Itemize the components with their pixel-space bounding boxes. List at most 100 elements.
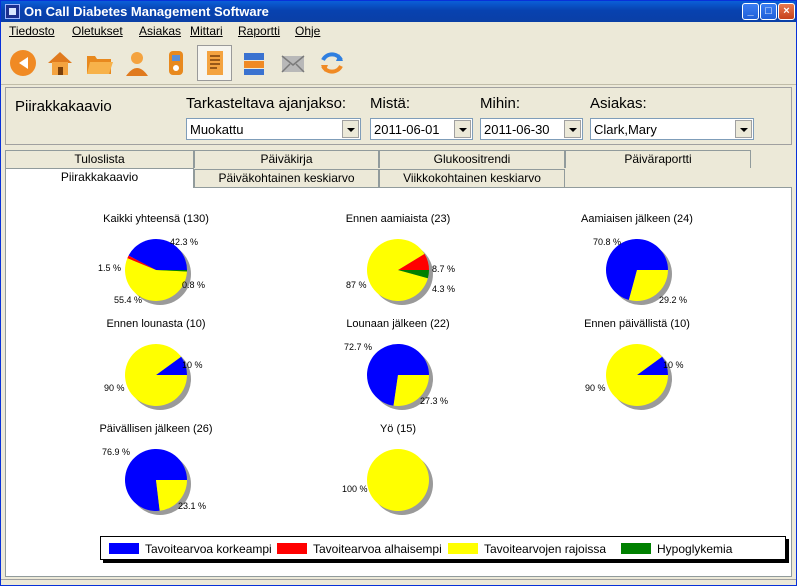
pie-label-high: 70.8 %: [593, 237, 622, 247]
app-icon: [5, 4, 20, 19]
chart-legend: Tavoitearvoa korkeampi Tavoitearvoa alha…: [100, 536, 786, 560]
menu-asiakas[interactable]: Asiakas: [139, 24, 181, 38]
to-date-value: 2011-06-30: [484, 122, 550, 137]
minimize-button[interactable]: _: [742, 3, 759, 20]
legend-swatch-in-range: [448, 543, 478, 554]
pie-label-in-range: 90 %: [585, 383, 606, 393]
pie-slice-in-range: [367, 449, 429, 511]
back-button[interactable]: [5, 45, 40, 81]
period-value: Muokattu: [190, 122, 244, 137]
chevron-down-icon[interactable]: [454, 120, 471, 138]
user-icon: [126, 52, 148, 76]
tab-tuloslista[interactable]: Tuloslista: [5, 150, 194, 168]
menu-bar: Tiedosto Oletukset Asiakas Mittari Rapor…: [1, 22, 796, 40]
legend-swatch-hypo: [621, 543, 651, 554]
legend-label-hypo: Hypoglykemia: [657, 542, 733, 556]
pie-label-in-range: 55.4 %: [114, 295, 143, 305]
menu-ohje[interactable]: Ohje: [295, 24, 320, 38]
mail-icon: [281, 55, 305, 73]
chevron-down-icon[interactable]: [564, 120, 581, 138]
pie-chart-title: Yö (15): [379, 423, 417, 435]
from-label: Mistä:: [370, 95, 411, 112]
menu-raportti[interactable]: Raportti: [238, 24, 280, 38]
window-title: On Call Diabetes Management Software: [24, 4, 269, 19]
status-bar: [1, 579, 796, 586]
client-button[interactable]: [119, 45, 154, 81]
meter-icon: [169, 51, 183, 75]
home-button[interactable]: [42, 45, 77, 81]
toolbar: [1, 41, 796, 85]
pie-slice-in-range: [606, 344, 668, 406]
legend-swatch-low: [277, 543, 307, 554]
pie-label-high: 42.3 %: [170, 237, 199, 247]
client-label: Asiakas:: [590, 95, 647, 112]
report-button[interactable]: [197, 45, 232, 81]
from-date-picker[interactable]: 2011-06-01: [370, 118, 473, 140]
maximize-button[interactable]: □: [760, 3, 777, 20]
pie-label-in-range: 100 %: [342, 484, 368, 494]
refresh-button[interactable]: [314, 45, 349, 81]
close-button[interactable]: ×: [778, 3, 795, 20]
tab-paivakohtainen-keskiarvo[interactable]: Päiväkohtainen keskiarvo: [194, 169, 379, 187]
pie-chart: [367, 344, 433, 410]
pie-label-hypo: 4.3 %: [432, 284, 456, 294]
menu-tiedosto[interactable]: Tiedosto: [9, 24, 55, 38]
back-arrow-icon: [10, 50, 36, 76]
chevron-down-icon[interactable]: [735, 120, 752, 138]
folder-icon: [87, 56, 113, 74]
pie-label-in-range: 90 %: [104, 383, 125, 393]
menu-oletukset[interactable]: Oletukset: [72, 24, 123, 38]
tab-paivaraportti[interactable]: Päiväraportti: [565, 150, 751, 168]
layers-button[interactable]: [236, 45, 271, 81]
pie-label-in-range: 27.3 %: [420, 396, 449, 406]
pie-chart-panel: Tavoitearvoa korkeampi Tavoitearvoa alha…: [5, 187, 792, 577]
pie-label-high: 10 %: [182, 360, 203, 370]
app-window: On Call Diabetes Management Software _ □…: [0, 0, 797, 586]
mail-button[interactable]: [275, 45, 310, 81]
pie-chart-title: Lounaan jälkeen (22): [346, 318, 450, 330]
tab-piirakkakaavio[interactable]: Piirakkakaavio: [5, 168, 194, 188]
period-select[interactable]: Muokattu: [186, 118, 361, 140]
pie-label-in-range: 87 %: [346, 280, 367, 290]
title-bar[interactable]: On Call Diabetes Management Software _ □…: [1, 1, 796, 22]
pie-label-low: 1.5 %: [98, 263, 122, 273]
pie-slice-in-range: [125, 344, 187, 406]
pie-label-high: 76.9 %: [102, 447, 131, 457]
report-icon: [207, 51, 223, 75]
tab-paivakirja[interactable]: Päiväkirja: [194, 150, 379, 168]
client-value: Clark,Mary: [594, 122, 657, 137]
from-date-value: 2011-06-01: [374, 122, 440, 137]
pie-chart-title: Kaikki yhteensä (130): [103, 213, 209, 225]
pie-label-high: 10 %: [663, 360, 684, 370]
chevron-down-icon[interactable]: [342, 120, 359, 138]
meter-button[interactable]: [158, 45, 193, 81]
tab-glukoositrendi[interactable]: Glukoositrendi: [379, 150, 565, 168]
legend-swatch-high: [109, 543, 139, 554]
pie-chart-title: Päivällisen jälkeen (26): [99, 423, 213, 435]
menu-mittari[interactable]: Mittari: [190, 24, 223, 38]
home-icon: [48, 52, 72, 75]
filter-panel: Piirakkakaavio Tarkasteltava ajanjakso: …: [5, 87, 792, 145]
pie-chart: [367, 239, 433, 305]
pie-chart-title: Ennen päivällistä (10): [584, 318, 690, 330]
pie-label-in-range: 29.2 %: [659, 295, 688, 305]
tab-viikkokohtainen-keskiarvo[interactable]: Viikkokohtainen keskiarvo: [379, 169, 565, 187]
to-date-picker[interactable]: 2011-06-30: [480, 118, 583, 140]
client-select[interactable]: Clark,Mary: [590, 118, 754, 140]
pie-label-high: 72.7 %: [344, 342, 373, 352]
pie-chart-title: Ennen lounasta (10): [106, 318, 206, 330]
pie-label-in-range: 23.1 %: [178, 501, 207, 511]
pie-chart: [125, 344, 191, 410]
pie-chart: [606, 344, 672, 410]
open-folder-button[interactable]: [81, 45, 116, 81]
legend-label-in-range: Tavoitearvojen rajoissa: [484, 542, 607, 556]
legend-label-high: Tavoitearvoa korkeampi: [145, 542, 272, 556]
legend-label-low: Tavoitearvoa alhaisempi: [313, 542, 442, 556]
pie-chart-title: Ennen aamiaista (23): [345, 213, 451, 225]
layers-icon: [244, 53, 264, 75]
pie-chart-title: Aamiaisen jälkeen (24): [581, 213, 693, 225]
pie-chart: [367, 449, 433, 515]
to-label: Mihin:: [480, 95, 521, 112]
section-title: Piirakkakaavio: [15, 98, 112, 115]
refresh-icon: [321, 52, 343, 74]
